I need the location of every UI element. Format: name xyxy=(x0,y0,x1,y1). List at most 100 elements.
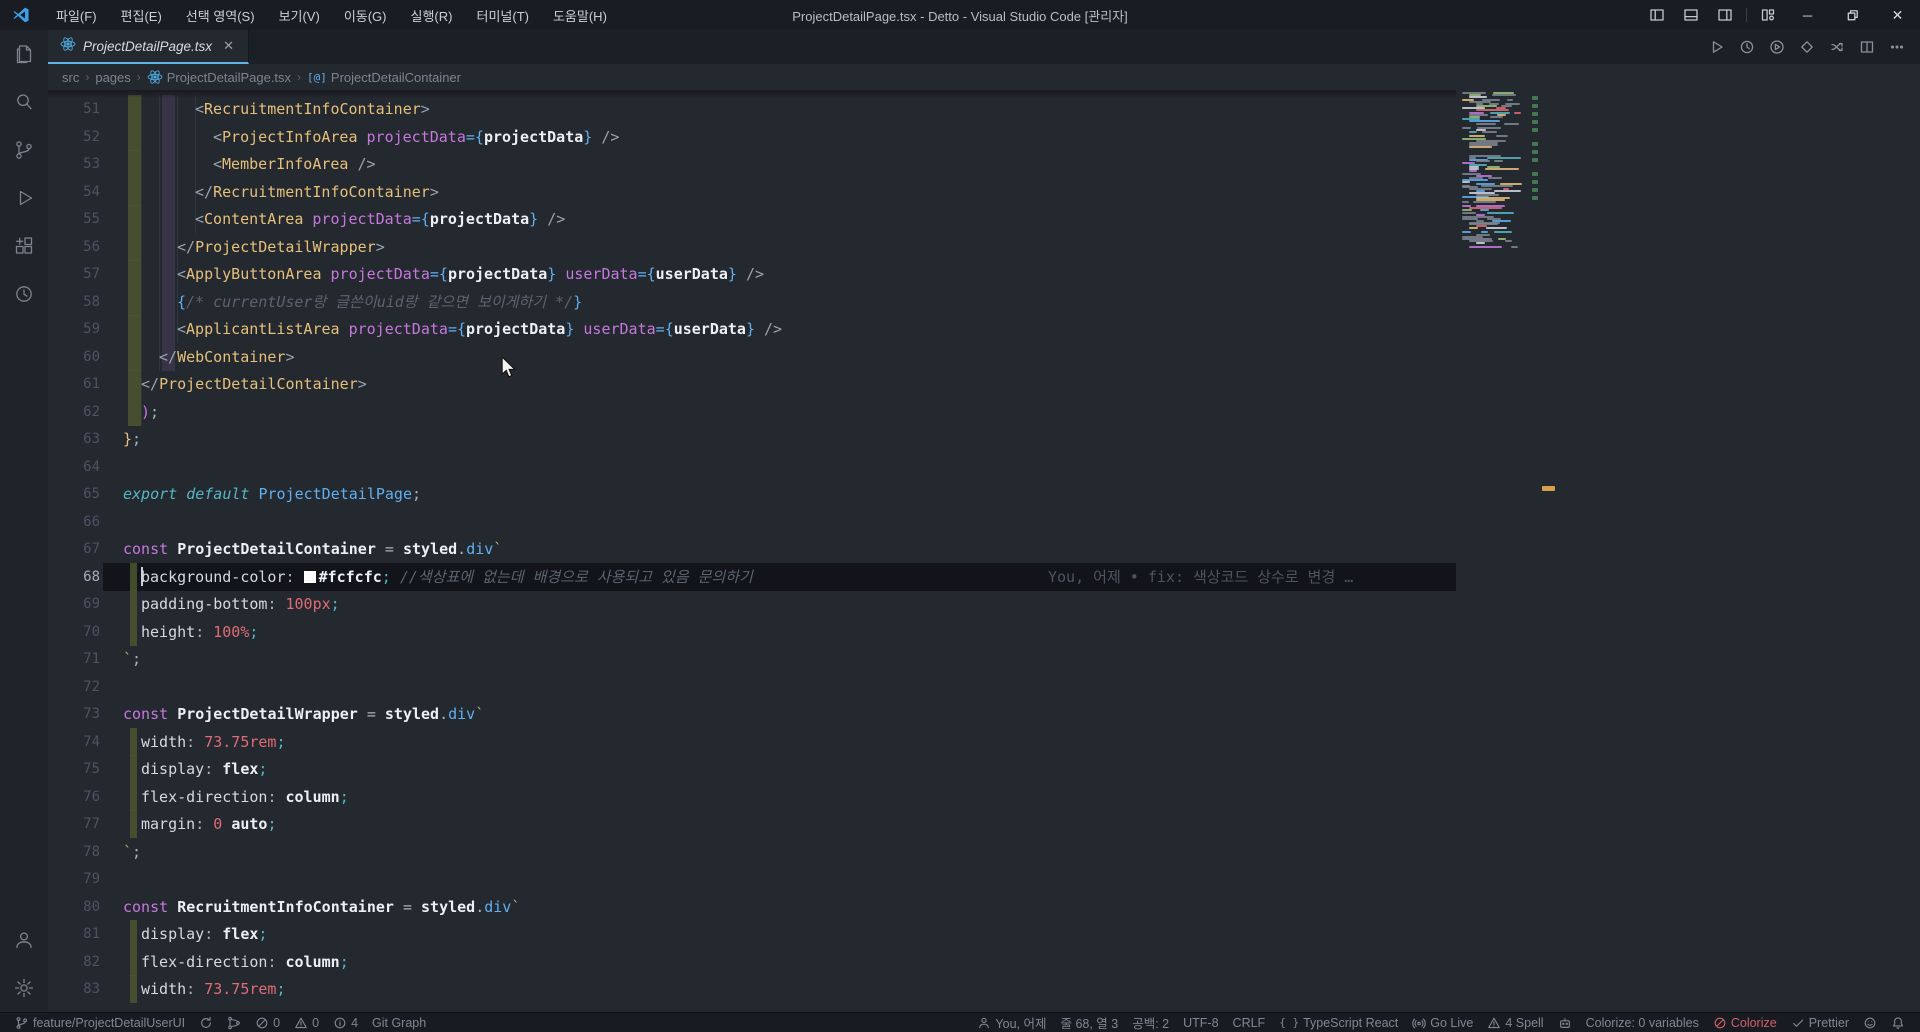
code-line-52[interactable]: 52 <ProjectInfoArea projectData={projectD… xyxy=(48,122,1456,151)
layout-panel-bottom-icon[interactable] xyxy=(1674,0,1708,30)
tab-projectdetailpage[interactable]: ProjectDetailPage.tsx ✕ xyxy=(48,30,249,64)
status-gitlens-blame[interactable]: You, 어제 xyxy=(970,1013,1053,1032)
activitybar-run-debug-icon[interactable] xyxy=(0,174,48,222)
restore-button[interactable] xyxy=(1830,0,1875,30)
status-colorize-toggle[interactable]: Colorize xyxy=(1706,1013,1784,1032)
editor[interactable]: 51 <RecruitmentInfoContainer> 52 <ProjectIn… xyxy=(48,90,1456,1012)
code-line-51[interactable]: 51 <RecruitmentInfoContainer> xyxy=(48,95,1456,123)
line-number: 51 xyxy=(83,101,100,117)
menu-edit[interactable]: 편집(E) xyxy=(109,0,174,30)
code-line-68[interactable]: 68 background-color: #fcfcfc; //색상표에 없는데 … xyxy=(48,562,1456,591)
menu-run[interactable]: 실행(R) xyxy=(399,0,465,30)
status-spell-checker[interactable]: 4 Spell xyxy=(1480,1013,1550,1032)
minimap[interactable] xyxy=(1456,90,1528,1012)
status-notifications[interactable] xyxy=(1884,1013,1912,1032)
code-line-82[interactable]: 82 flex-direction: column; xyxy=(48,947,1456,976)
breadcrumb-item-src[interactable]: src xyxy=(62,70,79,85)
status-eol[interactable]: CRLF xyxy=(1226,1013,1273,1032)
code-line-54[interactable]: 54 </RecruitmentInfoContainer> xyxy=(48,177,1456,206)
minimap-line xyxy=(1496,134,1508,137)
run-icon[interactable] xyxy=(1704,34,1730,60)
run-circle-icon[interactable] xyxy=(1764,34,1790,60)
code-line-63[interactable]: 63}; xyxy=(48,425,1456,453)
activitybar-source-control-icon[interactable] xyxy=(0,126,48,174)
code-line-78[interactable]: 78 `; xyxy=(48,838,1456,866)
history-icon[interactable] xyxy=(1734,34,1760,60)
minimap-line xyxy=(1485,167,1520,170)
menu-view[interactable]: 보기(V) xyxy=(267,0,332,30)
activitybar-settings-icon[interactable] xyxy=(0,964,48,1012)
code-line-64[interactable]: 64 xyxy=(48,453,1456,481)
code-text: </ProjectDetailContainer> xyxy=(141,375,367,393)
activitybar-explorer-icon[interactable] xyxy=(0,30,48,78)
code-line-75[interactable]: 75 display: flex; xyxy=(48,755,1456,783)
code-line-65[interactable]: 65 export default ProjectDetailPage; xyxy=(48,480,1456,508)
breadcrumb-item-pages[interactable]: pages xyxy=(95,70,130,85)
status-git-branch[interactable]: feature/ProjectDetailUserUI xyxy=(8,1013,192,1032)
status-indentation[interactable]: 공백: 2 xyxy=(1125,1013,1176,1032)
code-line-55[interactable]: 55 <ContentArea projectData={projectData}… xyxy=(48,205,1456,233)
split-editor-icon[interactable] xyxy=(1854,34,1880,60)
code-line-59[interactable]: 59 <ApplicantListArea projectData={projec… xyxy=(48,315,1456,343)
status-git-graph-icon[interactable] xyxy=(220,1013,248,1032)
close-button[interactable]: ✕ xyxy=(1875,0,1920,30)
code-line-66[interactable]: 66 xyxy=(48,508,1456,536)
activitybar-gitlens-icon[interactable] xyxy=(0,270,48,318)
code-line-61[interactable]: 61 </ProjectDetailContainer> xyxy=(48,370,1456,398)
status-problems-info[interactable]: 4 xyxy=(326,1013,365,1032)
code-line-69[interactable]: 69 padding-bottom: 100px; xyxy=(48,590,1456,618)
menu-terminal[interactable]: 터미널(T) xyxy=(464,0,540,30)
vscode-window: 파일(F) 편집(E) 선택 영역(S) 보기(V) 이동(G) 실행(R) 터미널(T) 도… xyxy=(0,0,1920,1032)
close-tab-icon[interactable]: ✕ xyxy=(219,37,238,55)
breadcrumb-item-projectdetailpage-tsx[interactable]: ProjectDetailPage.tsx xyxy=(147,69,291,85)
menu-selection[interactable]: 선택 영역(S) xyxy=(174,0,267,30)
layout-customize-icon[interactable] xyxy=(1751,0,1785,30)
code-line-71[interactable]: 71 `; xyxy=(48,645,1456,673)
breadcrumb-item-projectdetailcontainer[interactable]: [@] ProjectDetailContainer xyxy=(307,70,461,85)
overview-ruler[interactable] xyxy=(1528,90,1556,1012)
minimap-line xyxy=(1469,95,1487,98)
code-line-81[interactable]: 81 display: flex; xyxy=(48,920,1456,948)
layout-sidebar-left-icon[interactable] xyxy=(1640,0,1674,30)
more-icon[interactable] xyxy=(1884,34,1910,60)
diamond-icon[interactable] xyxy=(1794,34,1820,60)
code-line-83[interactable]: 83 width: 73.75rem; xyxy=(48,975,1456,1003)
code-line-62[interactable]: 62); xyxy=(48,397,1456,426)
menu-go[interactable]: 이동(G) xyxy=(332,0,399,30)
activitybar-extensions-icon[interactable] xyxy=(0,222,48,270)
status-sync[interactable] xyxy=(192,1013,220,1032)
code-line-60[interactable]: 60 </WebContainer> xyxy=(48,342,1456,371)
code-line-67[interactable]: 67 const ProjectDetailContainer = styled.… xyxy=(48,535,1456,563)
code-line-79[interactable]: 79 xyxy=(48,865,1456,893)
code-text: `; xyxy=(123,650,142,668)
code-line-76[interactable]: 76 flex-direction: column; xyxy=(48,782,1456,811)
status-colorize-count[interactable]: Colorize: 0 variables xyxy=(1579,1013,1706,1032)
activitybar-account-icon[interactable] xyxy=(0,916,48,964)
code-line-80[interactable]: 80 const RecruitmentInfoContainer = style… xyxy=(48,893,1456,921)
code-line-74[interactable]: 74 width: 73.75rem; xyxy=(48,727,1456,756)
code-line-56[interactable]: 56 </ProjectDetailWrapper> xyxy=(48,232,1456,261)
activitybar-search-icon[interactable] xyxy=(0,78,48,126)
status-robot[interactable] xyxy=(1551,1013,1579,1032)
minimize-button[interactable]: ─ xyxy=(1785,0,1830,30)
status-feedback[interactable] xyxy=(1856,1013,1884,1032)
menu-help[interactable]: 도움말(H) xyxy=(541,0,619,30)
menu-file[interactable]: 파일(F) xyxy=(44,0,109,30)
status-problems-errors[interactable]: 0 xyxy=(248,1013,287,1032)
status-prettier[interactable]: Prettier xyxy=(1784,1013,1856,1032)
code-line-73[interactable]: 73 const ProjectDetailWrapper = styled.di… xyxy=(48,700,1456,728)
status-language-mode[interactable]: { } TypeScript React xyxy=(1272,1013,1405,1032)
status-encoding[interactable]: UTF-8 xyxy=(1176,1013,1225,1032)
code-line-70[interactable]: 70 height: 100%; xyxy=(48,617,1456,646)
status-problems-warnings[interactable]: 0 xyxy=(287,1013,326,1032)
code-line-58[interactable]: 58 {/* currentUser랑 글쓴이uid랑 같으면 보이게하기 */} xyxy=(48,287,1456,316)
code-line-53[interactable]: 53 <MemberInfoArea /> xyxy=(48,150,1456,178)
code-line-77[interactable]: 77 margin: 0 auto; xyxy=(48,810,1456,838)
code-line-72[interactable]: 72 xyxy=(48,673,1456,701)
status-cursor-position[interactable]: 줄 68, 열 3 xyxy=(1053,1013,1125,1032)
status-git-graph[interactable]: Git Graph xyxy=(365,1013,433,1032)
status-go-live[interactable]: Go Live xyxy=(1405,1013,1480,1032)
code-line-57[interactable]: 57 <ApplyButtonArea projectData={projectD… xyxy=(48,260,1456,288)
layout-sidebar-right-icon[interactable] xyxy=(1708,0,1742,30)
swap-icon[interactable] xyxy=(1824,34,1850,60)
